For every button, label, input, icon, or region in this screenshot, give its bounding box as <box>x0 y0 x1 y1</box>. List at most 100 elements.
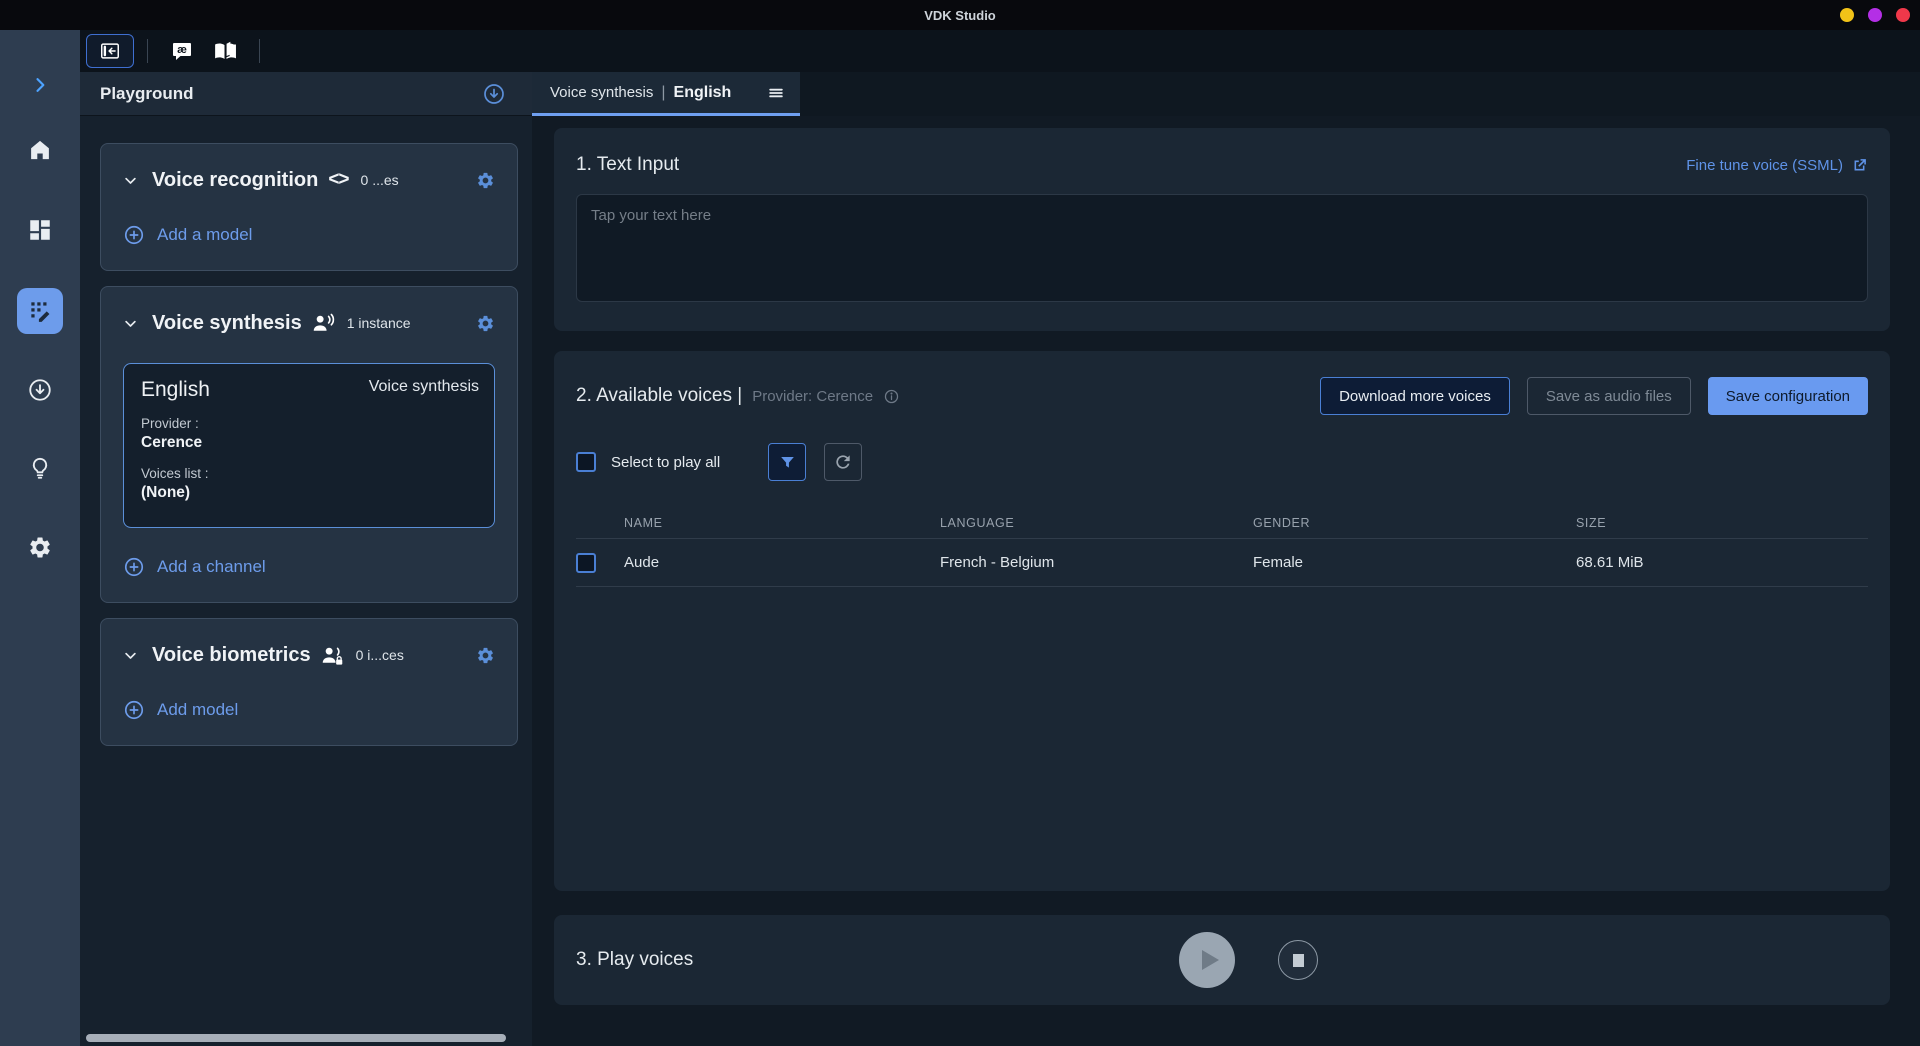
text-input-field[interactable] <box>576 194 1868 302</box>
tab-menu-icon[interactable] <box>766 83 786 103</box>
info-icon[interactable] <box>883 388 900 405</box>
column-header-size: SIZE <box>1576 516 1868 530</box>
ideas-icon[interactable] <box>27 455 53 481</box>
chevron-down-icon[interactable] <box>123 648 138 663</box>
instance-name: English <box>141 378 210 402</box>
settings-icon[interactable] <box>28 535 53 560</box>
window-control-yellow[interactable] <box>1840 8 1854 22</box>
playground-title: Playground <box>100 84 194 104</box>
downloads-icon[interactable] <box>27 377 53 403</box>
main-area: Voice synthesis | English 1. Text Input … <box>532 72 1920 1046</box>
play-voices-section: 3. Play voices <box>554 915 1890 1005</box>
add-model-label: Add model <box>157 700 238 720</box>
provider-label: Provider : <box>141 416 479 431</box>
playground-panel: Playground Voice recognition <> 0 ...es <box>80 72 532 1046</box>
voice-biometrics-card-header: Voice biometrics 0 i...ces <box>123 639 495 671</box>
filter-funnel-icon <box>778 453 797 472</box>
instance-card-english[interactable]: English Voice synthesis Provider : Ceren… <box>123 363 495 528</box>
window-control-red[interactable] <box>1896 8 1910 22</box>
save-as-audio-files-button[interactable]: Save as audio files <box>1527 377 1691 415</box>
icon-rail <box>0 30 80 1046</box>
voice-synthesis-card-header: Voice synthesis 1 instance <box>123 307 495 339</box>
tab-prefix: Voice synthesis <box>550 84 653 101</box>
tab-content: 1. Text Input Fine tune voice (SSML) 2. … <box>532 116 1920 1005</box>
voice-recognition-card: Voice recognition <> 0 ...es Add a model <box>100 143 518 271</box>
toolbar-divider <box>259 39 260 63</box>
expand-sidebar-icon[interactable] <box>30 75 50 95</box>
toolbar-divider <box>147 39 148 63</box>
refresh-button[interactable] <box>824 443 862 481</box>
save-configuration-button[interactable]: Save configuration <box>1708 377 1868 415</box>
add-model-button[interactable]: Add model <box>123 699 495 721</box>
column-header-gender: GENDER <box>1253 516 1576 530</box>
playground-icon[interactable] <box>17 288 63 334</box>
fine-tune-ssml-label: Fine tune voice (SSML) <box>1686 157 1843 174</box>
dashboard-icon[interactable] <box>27 217 53 243</box>
documentation-book-icon[interactable] <box>212 39 237 64</box>
instance-count: 0 ...es <box>361 172 399 188</box>
text-input-section: 1. Text Input Fine tune voice (SSML) <box>554 128 1890 331</box>
toggle-panel-button[interactable] <box>86 34 134 68</box>
add-model-button[interactable]: Add a model <box>123 224 495 246</box>
plus-circle-icon <box>123 224 145 246</box>
add-model-label: Add a model <box>157 225 252 245</box>
tab-divider: | <box>661 84 665 102</box>
app-title: VDK Studio <box>924 8 996 23</box>
window-controls <box>1840 8 1910 22</box>
code-icon: <> <box>328 169 348 191</box>
chevron-down-icon[interactable] <box>123 173 138 188</box>
voice-biometrics-card: Voice biometrics 0 i...ces Add model <box>100 618 518 746</box>
voice-recognition-card-header: Voice recognition <> 0 ...es <box>123 164 495 196</box>
cell-language: French - Belgium <box>940 554 1253 571</box>
play-voices-heading: 3. Play voices <box>576 949 693 971</box>
tab-name: English <box>674 84 732 102</box>
select-all-checkbox[interactable] <box>576 452 596 472</box>
horizontal-scrollbar[interactable] <box>86 1034 506 1042</box>
table-row-aude[interactable]: Aude French - Belgium Female 68.61 MiB <box>576 539 1868 587</box>
svg-text:æ: æ <box>177 44 187 56</box>
stop-button[interactable] <box>1278 940 1318 980</box>
window-control-purple[interactable] <box>1868 8 1882 22</box>
section-settings-gear-icon[interactable] <box>476 314 495 333</box>
play-button[interactable] <box>1179 932 1235 988</box>
fine-tune-ssml-link[interactable]: Fine tune voice (SSML) <box>1686 157 1868 174</box>
voices-list-value: (None) <box>141 484 479 502</box>
plus-circle-icon <box>123 699 145 721</box>
voice-biometrics-icon <box>321 644 344 667</box>
available-voices-section: 2. Available voices | Provider: Cerence … <box>554 351 1890 891</box>
voices-list-label: Voices list : <box>141 466 479 481</box>
chevron-down-icon[interactable] <box>123 316 138 331</box>
cell-gender: Female <box>1253 554 1576 571</box>
cell-size: 68.61 MiB <box>1576 554 1868 571</box>
available-voices-heading: 2. Available voices | <box>576 385 742 407</box>
section-settings-gear-icon[interactable] <box>476 646 495 665</box>
tab-voice-synthesis-english[interactable]: Voice synthesis | English <box>532 72 800 116</box>
provider-value: Cerence <box>141 434 479 452</box>
panel-collapse-icon <box>99 40 121 62</box>
phonetics-bubble-icon[interactable]: æ <box>170 39 194 63</box>
playground-header: Playground <box>80 72 532 116</box>
play-icon <box>1202 950 1219 970</box>
add-channel-button[interactable]: Add a channel <box>123 556 495 578</box>
playground-body: Voice recognition <> 0 ...es Add a model <box>80 116 532 746</box>
refresh-icon <box>833 452 853 472</box>
instance-type: Voice synthesis <box>369 378 479 396</box>
add-channel-label: Add a channel <box>157 557 266 577</box>
column-header-name: NAME <box>624 516 940 530</box>
instance-count: 0 i...ces <box>356 647 404 663</box>
section-settings-gear-icon[interactable] <box>476 171 495 190</box>
title-bar: VDK Studio <box>0 0 1920 30</box>
home-icon[interactable] <box>27 137 53 163</box>
row-checkbox[interactable] <box>576 553 596 573</box>
column-header-language: LANGUAGE <box>940 516 1253 530</box>
download-configuration-icon[interactable] <box>482 82 506 106</box>
select-all-label: Select to play all <box>611 454 720 471</box>
filter-button[interactable] <box>768 443 806 481</box>
provider-note: Provider: Cerence <box>752 388 873 405</box>
instance-count: 1 instance <box>347 315 411 331</box>
cell-name: Aude <box>624 554 940 571</box>
voice-synthesis-icon <box>312 312 335 335</box>
download-more-voices-button[interactable]: Download more voices <box>1320 377 1510 415</box>
external-link-icon <box>1851 157 1868 174</box>
voices-table: NAME LANGUAGE GENDER SIZE Aude French - … <box>576 507 1868 587</box>
